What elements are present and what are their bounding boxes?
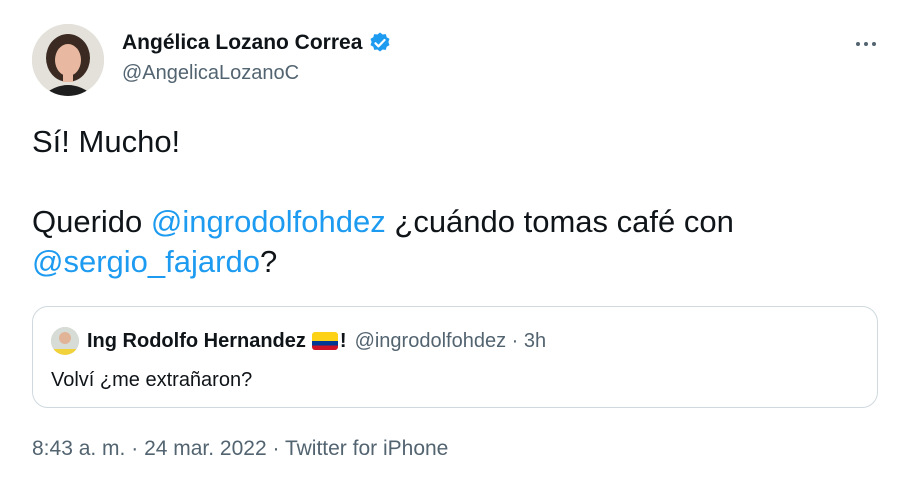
- tweet-date[interactable]: 24 mar. 2022: [144, 437, 267, 460]
- mention-ingrodolfohdez[interactable]: @ingrodolfohdez: [151, 204, 386, 239]
- author-handle[interactable]: @AngelicaLozanoC: [122, 62, 299, 85]
- author-avatar[interactable]: [32, 24, 104, 96]
- tweet-time[interactable]: 8:43 a. m.: [32, 437, 125, 460]
- footer-separator: ·: [125, 437, 145, 460]
- quoted-avatar: [51, 327, 79, 355]
- footer-separator: ·: [266, 437, 285, 460]
- more-icon[interactable]: [848, 32, 884, 56]
- quoted-header: Ing Rodolfo Hernandez ! @ingrodolfohdez …: [51, 327, 546, 355]
- tweet-body: Sí! Mucho! Querido @ingrodolfohdez ¿cuán…: [32, 122, 882, 282]
- tweet-line-3: @sergio_fajardo?: [32, 242, 882, 282]
- colombia-flag-icon: [311, 332, 338, 350]
- quoted-tweet[interactable]: Ing Rodolfo Hernandez ! @ingrodolfohdez …: [32, 306, 878, 408]
- tweet-line-2: Querido @ingrodolfohdez ¿cuándo tomas ca…: [32, 202, 882, 242]
- tweet-line-1: Sí! Mucho!: [32, 124, 181, 159]
- author-name[interactable]: Angélica Lozano Correa: [122, 31, 362, 55]
- quoted-text: Volví ¿me extrañaron?: [51, 369, 253, 391]
- verified-badge-icon: [368, 31, 392, 55]
- author-name-row: Angélica Lozano Correa: [122, 31, 392, 55]
- tweet-text-prefix: Querido: [32, 204, 151, 239]
- mention-sergio-fajardo[interactable]: @sergio_fajardo: [32, 244, 260, 279]
- tweet-text-suffix: ¿cuándo tomas café con: [385, 204, 734, 239]
- quoted-meta: @ingrodolfohdez · 3h: [354, 329, 547, 352]
- tweet-text-question: ?: [259, 244, 278, 279]
- tweet-footer: 8:43 a. m. · 24 mar. 2022 · Twitter for …: [32, 437, 448, 461]
- quoted-author-name: Ing Rodolfo Hernandez: [87, 329, 306, 352]
- quoted-name-suffix: !: [339, 329, 347, 352]
- tweet-source[interactable]: Twitter for iPhone: [285, 437, 448, 460]
